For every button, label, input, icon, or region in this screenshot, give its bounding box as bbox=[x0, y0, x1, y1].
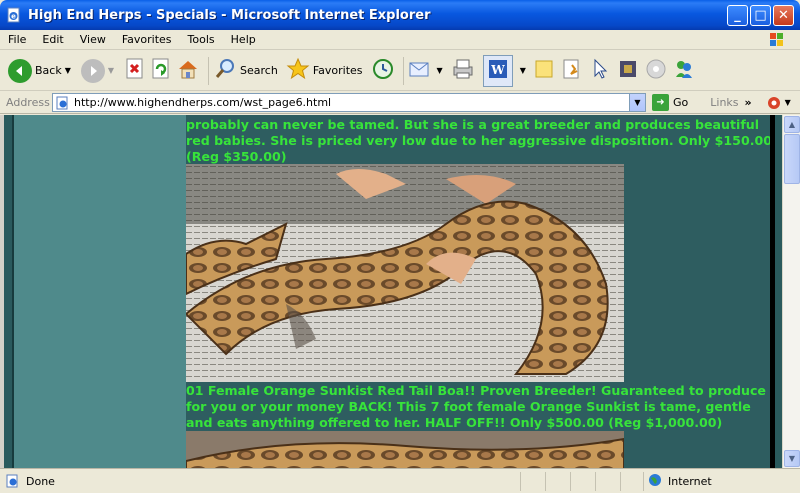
status-divider bbox=[620, 472, 621, 491]
minimize-button[interactable]: _ bbox=[727, 5, 748, 26]
status-bar: Done Internet bbox=[0, 468, 800, 493]
history-button[interactable] bbox=[371, 55, 395, 87]
page-icon bbox=[56, 96, 70, 110]
search-button[interactable]: Search bbox=[213, 55, 278, 87]
forward-button[interactable]: ▼ bbox=[80, 55, 114, 87]
status-divider bbox=[520, 472, 521, 491]
ie-tools-icon[interactable]: ▼ bbox=[766, 95, 791, 111]
globe-icon bbox=[648, 473, 662, 490]
address-label: Address bbox=[6, 96, 50, 109]
forward-arrow-icon bbox=[80, 58, 105, 83]
go-button[interactable]: ➜ Go bbox=[652, 94, 688, 111]
film-icon bbox=[616, 57, 640, 84]
status-divider bbox=[545, 472, 546, 491]
vertical-scrollbar[interactable]: ▲ ▼ bbox=[782, 115, 800, 468]
snake-photo-1 bbox=[186, 164, 624, 382]
messenger-button[interactable] bbox=[672, 55, 696, 87]
windows-logo-icon bbox=[762, 30, 792, 50]
svg-text:e: e bbox=[11, 13, 16, 21]
forward-dropdown-icon[interactable]: ▼ bbox=[108, 66, 114, 75]
status-divider bbox=[595, 472, 596, 491]
back-arrow-icon bbox=[8, 58, 32, 83]
disc-icon bbox=[644, 57, 668, 84]
status-divider bbox=[570, 472, 571, 491]
page-viewport[interactable]: probably can never be tamed. But she is … bbox=[0, 115, 782, 468]
go-arrow-icon: ➜ bbox=[652, 94, 669, 111]
back-button[interactable]: Back ▼ bbox=[8, 55, 71, 87]
product-description-2: 01 Female Orange Sunkist Red Tail Boa!! … bbox=[186, 383, 766, 430]
zone-label: Internet bbox=[668, 475, 712, 488]
home-icon bbox=[176, 57, 200, 84]
favorites-label: Favorites bbox=[312, 64, 363, 77]
links-label[interactable]: Links bbox=[710, 96, 738, 109]
security-zone[interactable]: Internet bbox=[648, 473, 712, 490]
address-dropdown-icon[interactable]: ▼ bbox=[629, 94, 645, 111]
scroll-thumb[interactable] bbox=[784, 134, 800, 184]
menu-file[interactable]: File bbox=[0, 33, 34, 46]
address-field[interactable]: ▼ bbox=[52, 93, 646, 112]
menu-tools[interactable]: Tools bbox=[180, 33, 223, 46]
close-button[interactable]: ✕ bbox=[773, 5, 794, 26]
search-icon bbox=[213, 57, 237, 84]
go-label: Go bbox=[673, 96, 689, 109]
left-sidebar bbox=[12, 115, 186, 468]
svg-text:W: W bbox=[490, 63, 505, 77]
standard-toolbar: Back ▼ ▼ Search Favorites ▼ W ▼ bbox=[0, 51, 800, 91]
cursor-icon bbox=[588, 57, 612, 84]
refresh-button[interactable] bbox=[150, 55, 172, 87]
disc-button[interactable] bbox=[644, 55, 668, 87]
favorites-button[interactable]: Favorites bbox=[286, 55, 363, 87]
maximize-button[interactable]: □ bbox=[750, 5, 771, 26]
messenger-icon bbox=[672, 57, 696, 84]
ie-page-icon: e bbox=[6, 7, 22, 23]
menu-favorites[interactable]: Favorites bbox=[114, 33, 180, 46]
scroll-up-button[interactable]: ▲ bbox=[784, 116, 800, 133]
toolbar-separator bbox=[208, 56, 210, 85]
address-bar: Address ▼ ➜ Go Links » ▼ bbox=[0, 92, 800, 114]
status-divider bbox=[643, 472, 644, 491]
main-content: probably can never be tamed. But she is … bbox=[186, 115, 776, 468]
stop-button[interactable] bbox=[124, 55, 146, 87]
research-button[interactable] bbox=[560, 55, 584, 87]
history-icon bbox=[371, 57, 395, 84]
home-button[interactable] bbox=[176, 55, 200, 87]
refresh-icon bbox=[150, 57, 172, 84]
printer-icon bbox=[451, 57, 475, 84]
print-button[interactable] bbox=[451, 55, 475, 87]
back-dropdown-icon[interactable]: ▼ bbox=[65, 66, 71, 75]
mail-dropdown-icon[interactable]: ▼ bbox=[437, 66, 443, 75]
media-button[interactable] bbox=[616, 55, 640, 87]
address-input[interactable] bbox=[74, 96, 614, 109]
window-title: High End Herps - Specials - Microsoft In… bbox=[28, 7, 431, 23]
cursor-button[interactable] bbox=[588, 55, 612, 87]
edit-dropdown-icon[interactable]: ▼ bbox=[520, 66, 526, 75]
status-text: Done bbox=[26, 474, 55, 488]
title-bar[interactable]: e High End Herps - Specials - Microsoft … bbox=[0, 0, 800, 30]
scroll-down-button[interactable]: ▼ bbox=[784, 450, 800, 467]
mail-button[interactable]: ▼ bbox=[408, 55, 443, 87]
word-icon: W bbox=[486, 57, 510, 84]
research-icon bbox=[560, 57, 584, 84]
back-label: Back bbox=[35, 64, 62, 77]
right-margin bbox=[775, 115, 782, 468]
menu-view[interactable]: View bbox=[72, 33, 114, 46]
mail-icon bbox=[408, 57, 434, 84]
links-chevron-icon[interactable]: » bbox=[745, 96, 752, 109]
menu-edit[interactable]: Edit bbox=[34, 33, 71, 46]
menu-help[interactable]: Help bbox=[223, 33, 264, 46]
stop-icon bbox=[124, 57, 146, 84]
notes-button[interactable] bbox=[532, 55, 556, 87]
toolbar-separator bbox=[402, 56, 404, 85]
page-done-icon bbox=[6, 474, 20, 488]
search-label: Search bbox=[240, 64, 278, 77]
menu-bar: File Edit View Favorites Tools Help bbox=[0, 30, 800, 50]
product-description-1: probably can never be tamed. But she is … bbox=[186, 117, 773, 164]
snake-photo-2 bbox=[186, 431, 624, 468]
star-icon bbox=[286, 57, 310, 84]
note-icon bbox=[532, 57, 556, 84]
edit-word-button[interactable]: W bbox=[482, 54, 513, 87]
